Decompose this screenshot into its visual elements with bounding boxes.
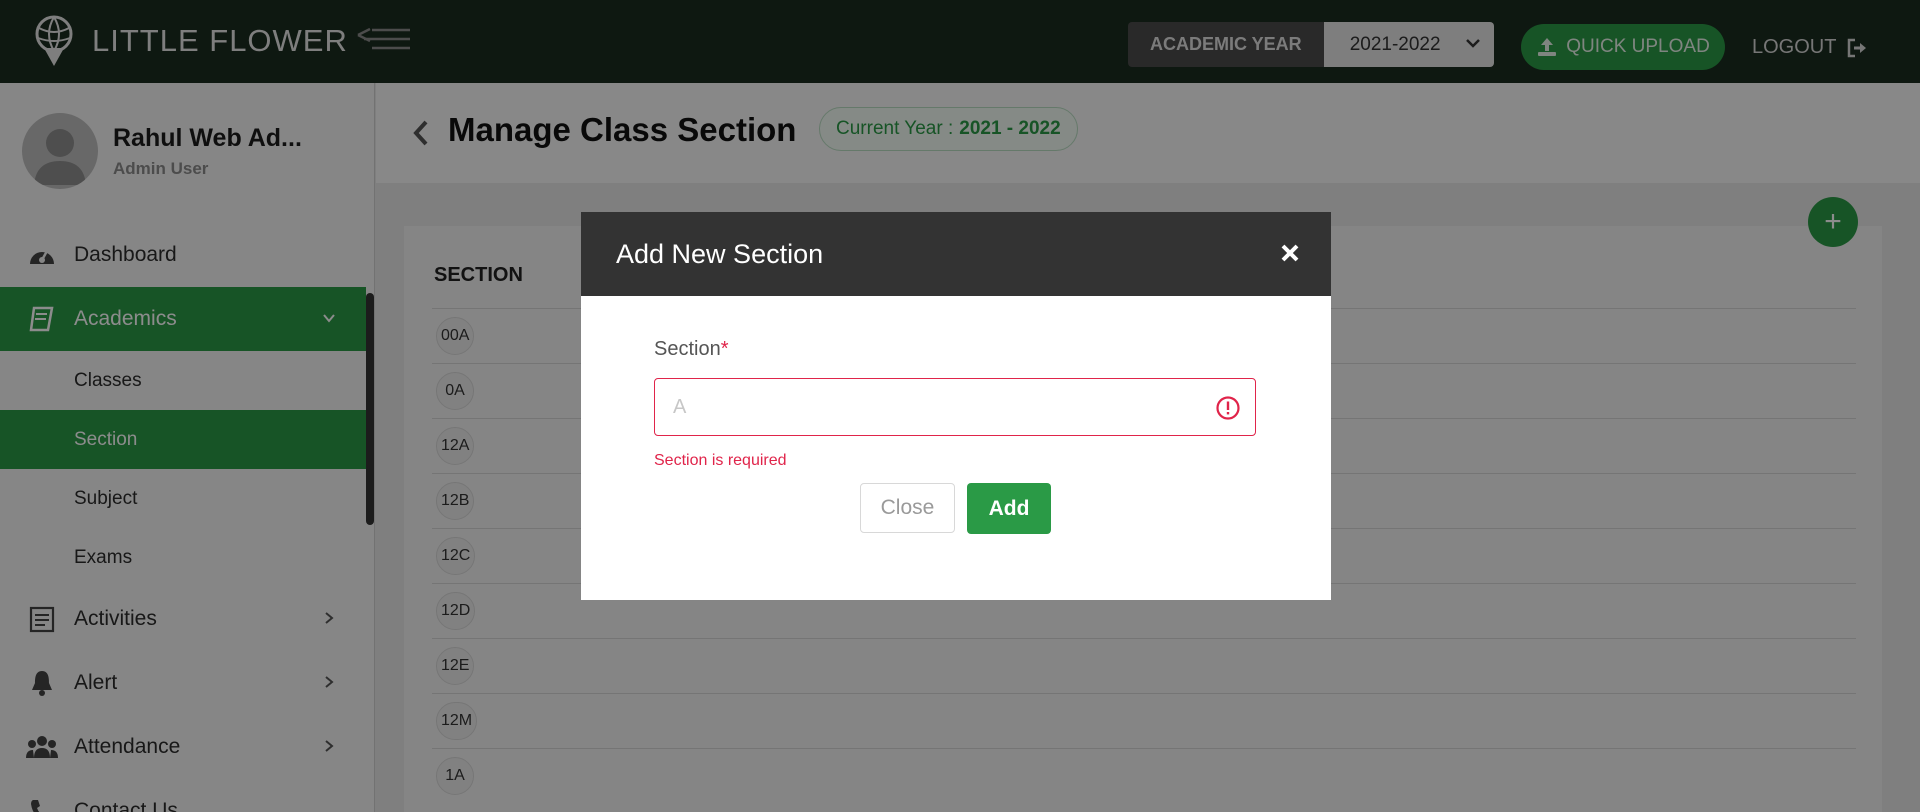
close-button[interactable]: Close [860,483,955,533]
section-field-label: Section* [654,338,729,361]
close-icon[interactable] [1279,242,1301,264]
modal-title: Add New Section [616,238,824,269]
error-icon [1216,396,1240,420]
section-error-message: Section is required [654,452,787,469]
add-button[interactable]: Add [967,483,1051,534]
section-field-wrapper [654,378,1256,436]
add-section-modal: Add New Section Section* Section is requ… [581,212,1331,600]
section-input[interactable] [655,379,1255,435]
section-label-text: Section [654,338,721,360]
required-mark: * [720,338,729,360]
modal-header: Add New Section [581,212,1331,296]
